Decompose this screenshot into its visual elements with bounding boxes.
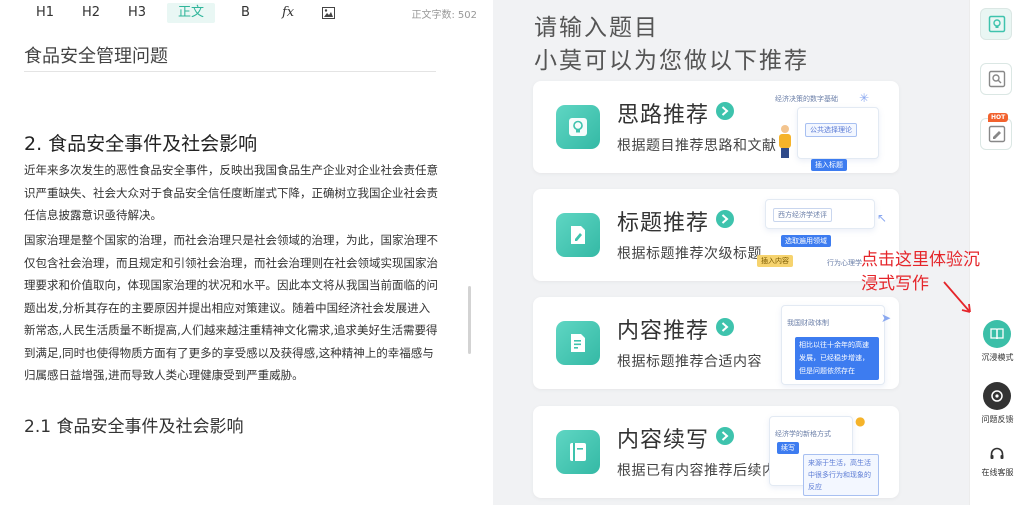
h1-button[interactable]: H1 (36, 3, 54, 23)
illustration-label: 经济学的新格方式 (775, 430, 831, 438)
word-count-label: 正文字数: (411, 10, 455, 21)
card-description: 根据标题推荐次级标题 (617, 246, 762, 262)
feedback-icon[interactable] (983, 382, 1011, 410)
immersive-mode-label[interactable]: 沉浸模式 (970, 352, 1024, 363)
content-doc-icon (556, 321, 600, 365)
formula-button[interactable]: fx (282, 3, 294, 23)
immersive-mode-icon[interactable] (983, 320, 1011, 348)
chevron-right-icon[interactable] (716, 427, 734, 445)
illustration-text: 来源于生活，高生活中很多行为和现象的反应 (803, 454, 879, 496)
headset-icon[interactable] (983, 440, 1011, 468)
illustration-tag: 公共选择理论 (805, 123, 857, 137)
title-recommend-card[interactable]: 标题推荐 根据标题推荐次级标题 西方经济学述评 选取遍用领域 插入内容 行为心理… (533, 189, 899, 281)
content-illustration: 我国财政体制 相比以往十余年的高速发展，已经稳步增速，但是问题依然存在 ➤ (761, 301, 899, 387)
card-description: 根据题目推荐思路和文献 (617, 138, 777, 154)
body-text-button[interactable]: 正文 (167, 3, 215, 23)
idea-recommend-card[interactable]: 思路推荐 根据题目推荐思路和文献 经济决策的数字基础 公共选择理论 插入标题 ✳ (533, 81, 899, 173)
online-service-label[interactable]: 在线客服 (970, 467, 1024, 478)
illustration-tag: 续写 (777, 442, 799, 454)
prompt-subtitle: 小莫可以为您做以下推荐 (534, 48, 809, 74)
illustration-label: 西方经济学述评 (773, 208, 832, 222)
title-divider (24, 71, 436, 72)
editor-scrollbar[interactable] (468, 286, 471, 354)
h2-button[interactable]: H2 (82, 3, 100, 23)
sparkle-icon: ✳ (859, 91, 870, 105)
illustration-button: 插入内容 (757, 255, 793, 267)
illustration-tag: 选取遍用领域 (781, 235, 831, 247)
h3-button[interactable]: H3 (128, 3, 146, 23)
person-figure-icon (779, 125, 791, 159)
editor-pane: H1 H2 H3 正文 B fx 正文字数: 502 食品安全管理问题 2. 食品… (0, 0, 493, 505)
bold-button[interactable]: B (241, 3, 250, 23)
card-title: 思路推荐 (617, 103, 710, 128)
card-title: 内容推荐 (617, 319, 710, 344)
section-heading-2-1[interactable]: 2.1 食品安全事件及社会影响 (24, 412, 243, 437)
word-count: 正文字数: 502 (409, 6, 477, 21)
search-doc-icon[interactable] (980, 63, 1012, 95)
lightbulb-icon (556, 105, 600, 149)
continue-writing-card[interactable]: 内容续写 根据已有内容推荐后续内容 经济学的新格方式 续写 来源于生活，高生活中… (533, 406, 899, 498)
paragraph-1[interactable]: 近年来多次发生的恶性食品安全事件，反映出我国食品生产企业对企业社会责任意识严重缺… (24, 159, 439, 227)
document-title[interactable]: 食品安全管理问题 (24, 42, 168, 68)
editor-toolbar: H1 H2 H3 正文 B fx 正文字数: 502 (0, 0, 493, 26)
send-icon: ➤ (881, 311, 892, 325)
card-title: 标题推荐 (617, 211, 710, 236)
illustration-label: 我国财政体制 (787, 319, 829, 327)
chevron-right-icon[interactable] (716, 210, 734, 228)
annotation-line-2: 浸式写作 (861, 274, 929, 294)
card-title: 内容续写 (617, 428, 710, 453)
cursor-icon: ↖ (877, 211, 888, 225)
book-icon (556, 430, 600, 474)
annotation-line-1: 点击这里体验沉 (861, 250, 980, 270)
hot-doc-icon[interactable] (980, 118, 1012, 150)
annotation-arrow-icon (943, 281, 971, 313)
paragraph-2[interactable]: 国家治理是整个国家的治理，而社会治理只是社会领域的治理，为此，国家治理不仅包含社… (24, 229, 439, 387)
feedback-label[interactable]: 问题反馈 (970, 414, 1024, 425)
image-icon[interactable] (322, 6, 335, 19)
word-count-value: 502 (457, 10, 477, 21)
content-recommend-card[interactable]: 内容推荐 根据标题推荐合适内容 我国财政体制 相比以往十余年的高速发展，已经稳步… (533, 297, 899, 389)
hot-badge: HOT (988, 113, 1009, 122)
illustration-note: 行为心理学 (827, 259, 862, 267)
chevron-right-icon[interactable] (716, 102, 734, 120)
sparkle-icon: ● (855, 414, 866, 428)
idea-illustration: 经济决策的数字基础 公共选择理论 插入标题 ✳ (761, 85, 899, 171)
edit-doc-icon (556, 213, 600, 257)
prompt-title: 请输入题目 (534, 15, 659, 41)
chevron-right-icon[interactable] (716, 318, 734, 336)
recommend-icon[interactable] (980, 8, 1012, 40)
section-heading-2[interactable]: 2. 食品安全事件及社会影响 (24, 129, 257, 156)
illustration-text: 相比以往十余年的高速发展，已经稳步增速，但是问题依然存在 (795, 337, 879, 380)
illustration-label: 经济决策的数字基础 (775, 95, 838, 103)
continue-illustration: 经济学的新格方式 续写 来源于生活，高生活中很多行为和现象的反应 ● (761, 410, 899, 496)
illustration-button: 插入标题 (811, 159, 847, 171)
card-description: 根据标题推荐合适内容 (617, 354, 762, 370)
